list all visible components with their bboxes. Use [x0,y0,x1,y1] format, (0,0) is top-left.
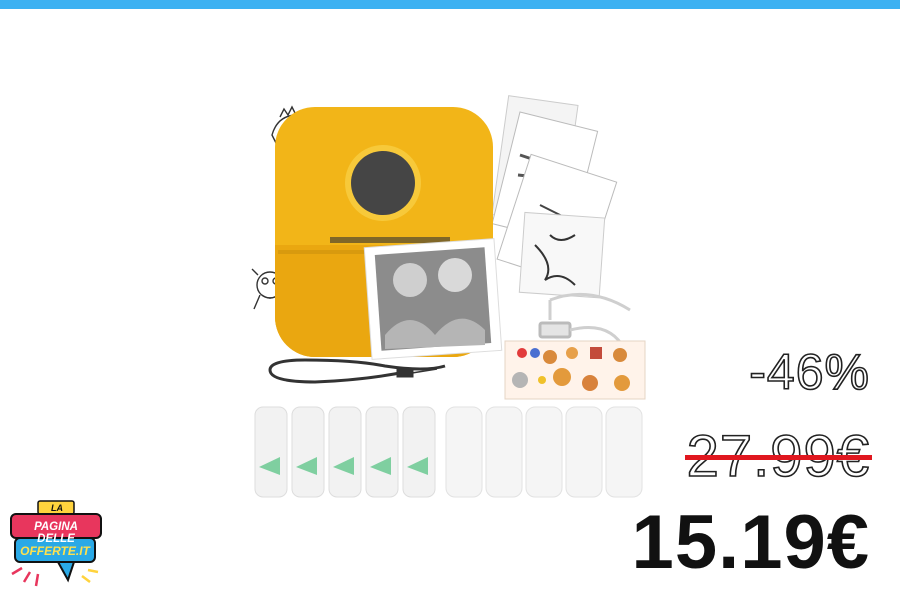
logo-line-1: LA [51,503,63,513]
top-accent-bar [0,0,900,9]
logo-line-3: OFFERTE.IT [20,544,90,558]
lanyard-icon [268,358,446,384]
new-price: 15.19€ [631,500,870,585]
paper-rolls-plain-icon [445,406,643,498]
old-price-container: 27.99€ [684,427,872,486]
old-price: 27.99€ [684,427,872,486]
product-image [250,95,650,505]
site-logo[interactable]: LA PAGINA DELLE OFFERTE.IT [8,500,104,596]
logo-line-2: PAGINA DELLE [34,521,78,545]
printed-photo-icon [363,238,503,360]
sticker-sheet-icon [504,340,646,400]
paper-rolls-wrapped-icon [254,406,436,498]
old-price-strikethrough [684,455,872,460]
sample-prints-icon [491,95,618,299]
discount-percentage: -46% [748,343,870,401]
